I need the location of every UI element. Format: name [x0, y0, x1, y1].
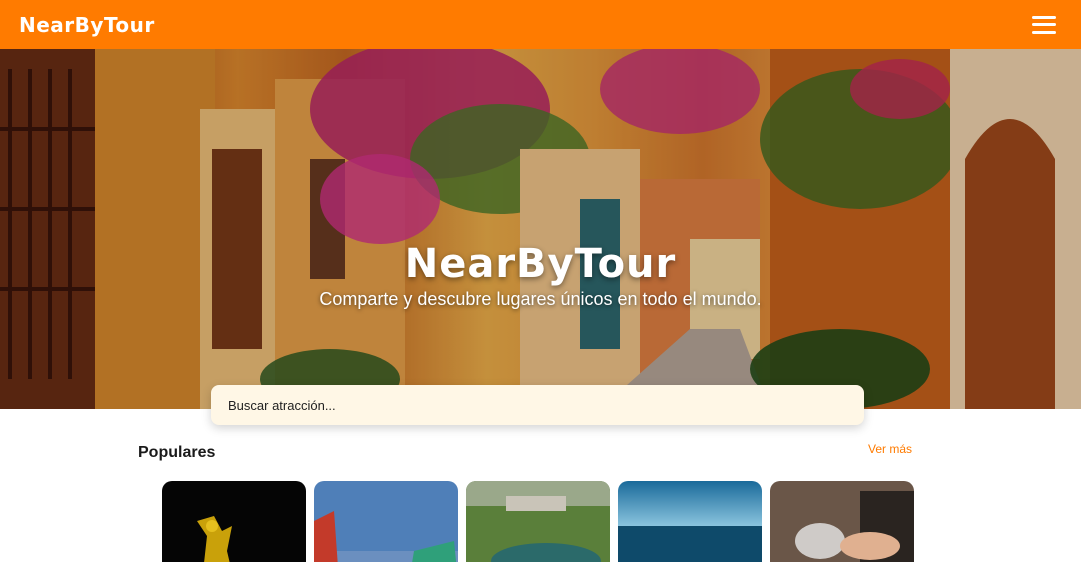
popular-section-title: Populares — [138, 444, 216, 461]
search-input[interactable] — [228, 397, 847, 413]
top-navbar: NearByTour — [0, 0, 1081, 49]
popular-card-5[interactable] — [770, 481, 914, 562]
see-more-link[interactable]: Ver más — [868, 442, 912, 456]
popular-card-2[interactable] — [314, 481, 458, 562]
popular-cards-row — [162, 481, 914, 562]
popular-card-4[interactable] — [618, 481, 762, 562]
hamburger-menu-icon[interactable] — [1032, 15, 1056, 35]
card-image-bartender — [770, 481, 914, 562]
card-image-aerial-park — [466, 481, 610, 562]
hero-banner: NearByTour Comparte y descubre lugares ú… — [0, 49, 1081, 409]
hero-overlay — [0, 49, 1081, 409]
menu-bar — [1032, 23, 1056, 26]
popular-card-3[interactable] — [466, 481, 610, 562]
hero-subtitle: Comparte y descubre lugares únicos en to… — [319, 289, 762, 309]
popular-card-1[interactable] — [162, 481, 306, 562]
search-bar — [211, 385, 864, 425]
menu-bar — [1032, 15, 1056, 19]
menu-bar — [1032, 30, 1056, 34]
brand-logo[interactable]: NearByTour — [19, 13, 155, 37]
hero-title: NearByTour — [404, 241, 677, 287]
card-image-golden-sculpture — [162, 481, 306, 562]
card-image-ocean — [618, 481, 762, 562]
card-image-carnival — [314, 481, 458, 562]
